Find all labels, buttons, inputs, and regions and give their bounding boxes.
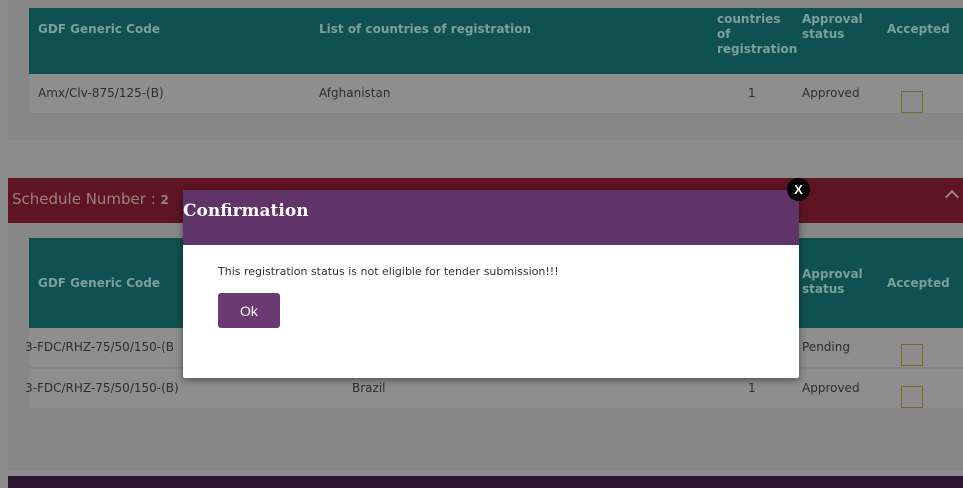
row-count: 1 bbox=[748, 86, 756, 100]
row-status: Approved bbox=[802, 86, 860, 100]
col-header-accepted: Accepted bbox=[887, 22, 950, 36]
chevron-up-icon[interactable] bbox=[944, 189, 960, 205]
schedule-number: 2 bbox=[160, 193, 169, 207]
row-status: Approved bbox=[802, 381, 860, 395]
col-header-status: Approval status bbox=[802, 12, 863, 41]
confirmation-dialog: Confirmation This registration status is… bbox=[183, 190, 799, 378]
accepted-checkbox[interactable] bbox=[901, 344, 923, 366]
row-country: Afghanistan bbox=[319, 86, 391, 100]
ok-button[interactable]: Ok bbox=[218, 293, 280, 328]
table-row: Amx/Clv-875/125-(B) Afghanistan 1 Approv… bbox=[29, 74, 963, 114]
row-count: 1 bbox=[748, 381, 756, 395]
col-header-code: GDF Generic Code bbox=[38, 276, 160, 290]
col-header-countries: List of countries of registration bbox=[319, 22, 532, 36]
schedule-label: Schedule Number : 2 bbox=[12, 190, 169, 208]
col-header-accepted: Accepted bbox=[887, 276, 950, 290]
col-header-code: GDF Generic Code bbox=[38, 22, 160, 36]
row-code: 3-FDC/RHZ-75/50/150-(B) bbox=[25, 381, 179, 395]
accepted-checkbox[interactable] bbox=[901, 386, 923, 408]
row-code: 3-FDC/RHZ-75/50/150-(B bbox=[25, 340, 175, 354]
row-status: Pending bbox=[802, 340, 850, 354]
row-code: Amx/Clv-875/125-(B) bbox=[38, 86, 164, 100]
dialog-title: Confirmation bbox=[183, 201, 309, 221]
row-country: Brazil bbox=[352, 381, 386, 395]
col-header-count: countries of registration bbox=[717, 12, 798, 56]
close-icon[interactable]: X bbox=[787, 178, 810, 201]
dialog-header: Confirmation bbox=[183, 190, 799, 245]
dialog-message: This registration status is not eligible… bbox=[218, 265, 559, 278]
table-header: GDF Generic Code List of countries of re… bbox=[29, 8, 963, 74]
accepted-checkbox[interactable] bbox=[901, 91, 923, 113]
schedule-1-table: GDF Generic Code List of countries of re… bbox=[29, 8, 963, 114]
col-header-status: Approval status bbox=[802, 267, 863, 296]
next-schedule-bar bbox=[8, 476, 963, 488]
